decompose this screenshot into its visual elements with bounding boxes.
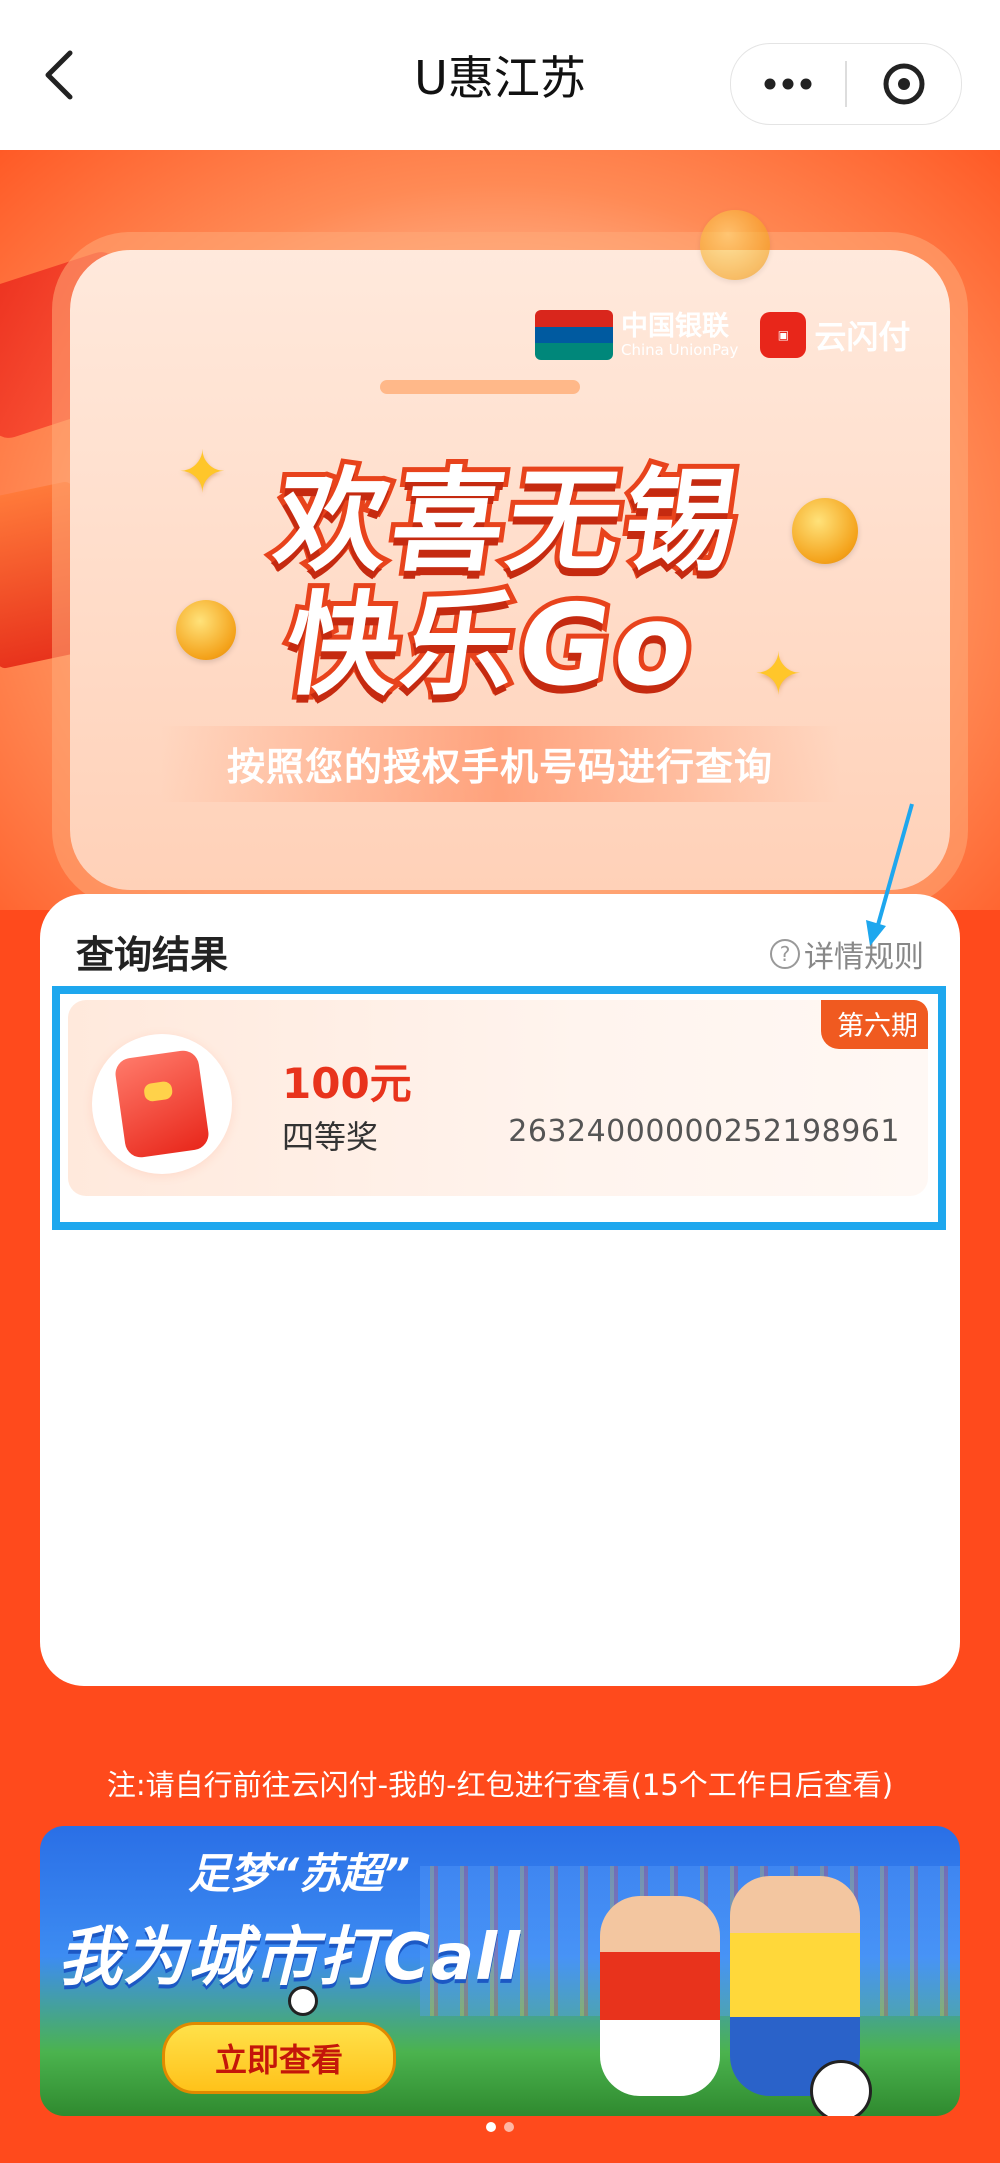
hero-banner: ✦ ✦ 中国银联 China UnionPay ▣ 云闪付 欢喜无锡 快乐Go … <box>0 150 1000 910</box>
carousel-dot[interactable] <box>486 2122 496 2132</box>
chevron-left-icon <box>45 50 73 100</box>
more-button[interactable] <box>731 44 845 124</box>
mini-program-capsule <box>730 43 962 125</box>
more-dots-icon <box>764 78 812 90</box>
unionpay-logo-icon <box>535 310 613 360</box>
player-red-illustration <box>600 1896 720 2096</box>
result-card: 查询结果 ? 详情规则 第六期 100元 四等奖 263240000002521… <box>40 894 960 1686</box>
soccer-ball-icon <box>810 2060 872 2116</box>
headline-line-2: 快乐Go <box>273 576 710 716</box>
back-button[interactable] <box>30 45 90 105</box>
question-circle-icon: ? <box>770 939 800 969</box>
top-nav-bar: U惠江苏 <box>0 0 1000 151</box>
ysf-wordmark: 云闪付 <box>814 318 911 356</box>
close-button[interactable] <box>847 44 961 124</box>
campaign-headline: 欢喜无锡 快乐Go <box>0 452 1000 716</box>
coin-decoration <box>700 210 770 280</box>
view-now-button[interactable]: 立即查看 <box>162 2022 396 2094</box>
banner-subtitle: 按照您的授权手机号码进行查询 <box>226 745 773 789</box>
annotation-arrow <box>866 803 914 946</box>
carousel-dot[interactable] <box>504 2122 514 2132</box>
brand-logos: 中国银联 China UnionPay ▣ 云闪付 <box>535 305 955 365</box>
carousel-indicator <box>0 2122 1000 2132</box>
unionpay-wordmark: 中国银联 China UnionPay <box>621 310 739 359</box>
promo-tag: 足梦“苏超” <box>188 1849 411 1898</box>
result-title: 查询结果 <box>76 933 229 977</box>
close-circle-icon <box>883 63 925 105</box>
promo-banner[interactable]: 足梦“苏超” 我为城市打Call 立即查看 <box>40 1826 960 2116</box>
phone-notch <box>380 380 580 394</box>
headline-line-1: 欢喜无锡 <box>263 452 755 592</box>
soccer-ball-icon <box>288 1986 318 2016</box>
promo-title: 我为城市打Call <box>58 1921 522 1995</box>
notice-text: 注:请自行前往云闪付-我的-红包进行查看(15个工作日后查看) <box>106 1768 894 1802</box>
highlight-box <box>52 986 946 1230</box>
ysf-logo-icon: ▣ <box>760 312 807 358</box>
